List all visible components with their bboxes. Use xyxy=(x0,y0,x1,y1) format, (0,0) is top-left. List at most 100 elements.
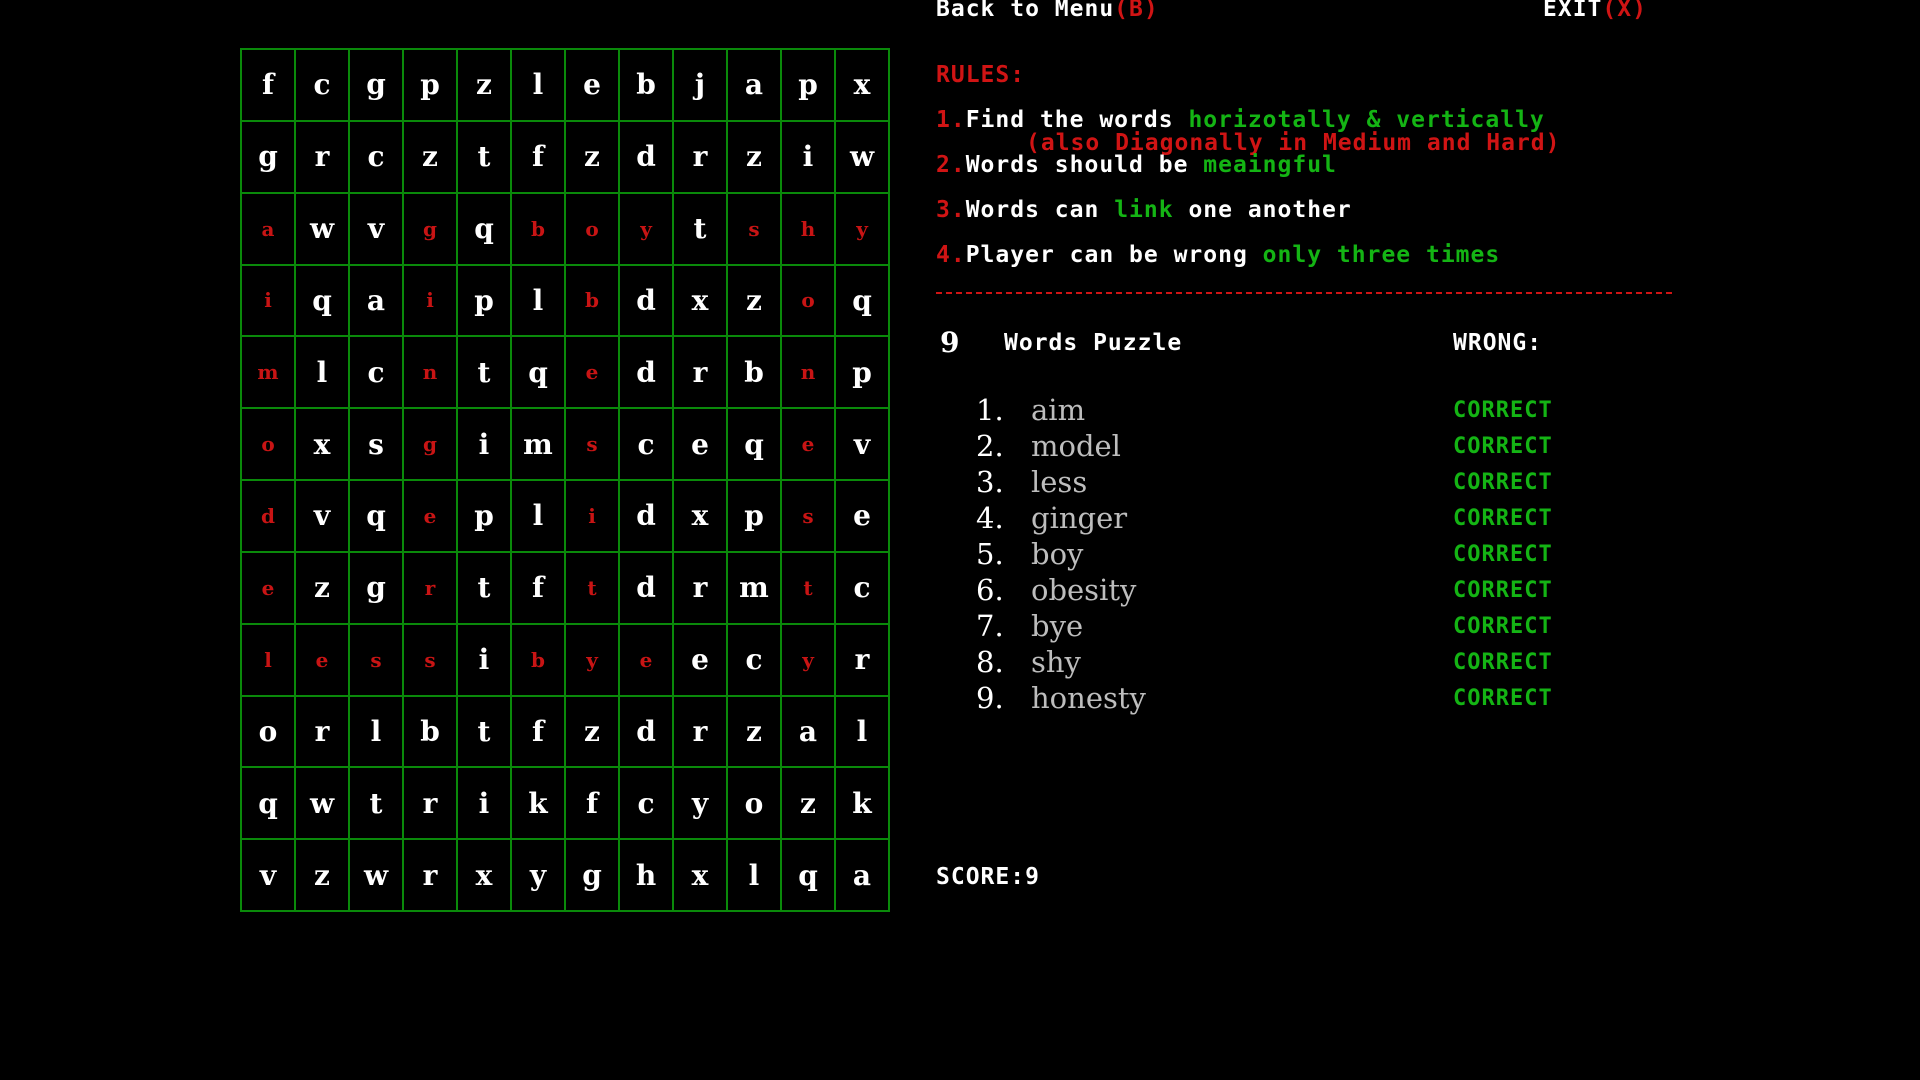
grid-cell[interactable]: r xyxy=(403,839,457,911)
grid-cell[interactable]: a xyxy=(727,49,781,121)
grid-cell[interactable]: t xyxy=(349,767,403,840)
grid-cell[interactable]: b xyxy=(619,49,673,121)
grid-cell[interactable]: z xyxy=(457,49,511,121)
grid-cell[interactable]: g xyxy=(565,839,619,911)
grid-cell[interactable]: f xyxy=(565,767,619,840)
grid-cell[interactable]: p xyxy=(457,480,511,552)
grid-cell[interactable]: d xyxy=(619,480,673,552)
grid-cell[interactable]: r xyxy=(673,120,727,193)
grid-cell[interactable]: p xyxy=(835,336,889,409)
grid-cell[interactable]: c xyxy=(727,623,781,696)
grid-cell[interactable]: l xyxy=(835,695,889,768)
grid-cell[interactable]: t xyxy=(457,551,511,624)
grid-cell[interactable]: o xyxy=(565,192,619,265)
grid-cell[interactable]: o xyxy=(781,264,835,337)
grid-cell[interactable]: y xyxy=(781,623,835,696)
grid-cell[interactable]: r xyxy=(673,695,727,768)
grid-cell[interactable]: s xyxy=(349,408,403,480)
grid-cell[interactable]: q xyxy=(835,264,889,337)
grid-cell[interactable]: s xyxy=(781,480,835,552)
grid-cell[interactable]: l xyxy=(295,336,349,409)
grid-cell[interactable]: e xyxy=(565,49,619,121)
grid-cell[interactable]: t xyxy=(457,120,511,193)
grid-cell[interactable]: v xyxy=(349,192,403,265)
grid-cell[interactable]: g xyxy=(241,120,295,193)
grid-cell[interactable]: g xyxy=(403,408,457,480)
grid-cell[interactable]: i xyxy=(781,120,835,193)
grid-cell[interactable]: d xyxy=(619,336,673,409)
grid-cell[interactable]: v xyxy=(835,408,889,480)
grid-cell[interactable]: i xyxy=(457,767,511,840)
grid-cell[interactable]: i xyxy=(457,623,511,696)
grid-cell[interactable]: e xyxy=(565,336,619,409)
grid-cell[interactable]: f xyxy=(511,551,565,624)
grid-cell[interactable]: r xyxy=(403,551,457,624)
grid-cell[interactable]: l xyxy=(241,623,295,696)
grid-cell[interactable]: d xyxy=(619,551,673,624)
grid-cell[interactable]: x xyxy=(673,264,727,337)
grid-cell[interactable]: p xyxy=(727,480,781,552)
grid-cell[interactable]: c xyxy=(349,336,403,409)
grid-cell[interactable]: e xyxy=(673,408,727,480)
grid-cell[interactable]: f xyxy=(511,120,565,193)
grid-cell[interactable]: g xyxy=(403,192,457,265)
grid-cell[interactable]: w xyxy=(295,192,349,265)
grid-cell[interactable]: d xyxy=(619,264,673,337)
grid-cell[interactable]: z xyxy=(727,120,781,193)
grid-cell[interactable]: o xyxy=(727,767,781,840)
grid-cell[interactable]: q xyxy=(781,839,835,911)
grid-cell[interactable]: e xyxy=(835,480,889,552)
grid-cell[interactable]: s xyxy=(349,623,403,696)
grid-cell[interactable]: k xyxy=(511,767,565,840)
grid-cell[interactable]: p xyxy=(403,49,457,121)
grid-cell[interactable]: l xyxy=(349,695,403,768)
grid-cell[interactable]: b xyxy=(727,336,781,409)
grid-cell[interactable]: p xyxy=(781,49,835,121)
grid-cell[interactable]: o xyxy=(241,408,295,480)
grid-cell[interactable]: z xyxy=(295,839,349,911)
grid-cell[interactable]: y xyxy=(511,839,565,911)
grid-cell[interactable]: d xyxy=(619,120,673,193)
grid-cell[interactable]: e xyxy=(403,480,457,552)
grid-cell[interactable]: s xyxy=(727,192,781,265)
grid-cell[interactable]: p xyxy=(457,264,511,337)
grid-cell[interactable]: s xyxy=(403,623,457,696)
grid-cell[interactable]: z xyxy=(781,767,835,840)
grid-cell[interactable]: x xyxy=(457,839,511,911)
grid-cell[interactable]: i xyxy=(241,264,295,337)
grid-cell[interactable]: e xyxy=(295,623,349,696)
grid-cell[interactable]: e xyxy=(619,623,673,696)
grid-cell[interactable]: x xyxy=(295,408,349,480)
grid-cell[interactable]: b xyxy=(565,264,619,337)
grid-cell[interactable]: o xyxy=(241,695,295,768)
grid-cell[interactable]: m xyxy=(727,551,781,624)
grid-cell[interactable]: t xyxy=(457,336,511,409)
grid-cell[interactable]: l xyxy=(511,264,565,337)
grid-cell[interactable]: c xyxy=(835,551,889,624)
grid-cell[interactable]: v xyxy=(241,839,295,911)
grid-cell[interactable]: n xyxy=(403,336,457,409)
grid-cell[interactable]: d xyxy=(241,480,295,552)
grid-cell[interactable]: x xyxy=(673,839,727,911)
grid-cell[interactable]: f xyxy=(241,49,295,121)
grid-cell[interactable]: z xyxy=(565,695,619,768)
grid-cell[interactable]: y xyxy=(673,767,727,840)
grid-cell[interactable]: m xyxy=(511,408,565,480)
grid-cell[interactable]: r xyxy=(403,767,457,840)
grid-cell[interactable]: q xyxy=(295,264,349,337)
grid-cell[interactable]: g xyxy=(349,49,403,121)
grid-cell[interactable]: q xyxy=(349,480,403,552)
grid-cell[interactable]: h xyxy=(619,839,673,911)
grid-cell[interactable]: d xyxy=(619,695,673,768)
grid-cell[interactable]: j xyxy=(673,49,727,121)
grid-cell[interactable]: l xyxy=(511,49,565,121)
grid-cell[interactable]: b xyxy=(511,623,565,696)
grid-cell[interactable]: t xyxy=(673,192,727,265)
grid-cell[interactable]: i xyxy=(565,480,619,552)
grid-cell[interactable]: z xyxy=(295,551,349,624)
grid-cell[interactable]: t xyxy=(565,551,619,624)
grid-cell[interactable]: l xyxy=(727,839,781,911)
grid-cell[interactable]: n xyxy=(781,336,835,409)
grid-cell[interactable]: r xyxy=(295,695,349,768)
grid-cell[interactable]: q xyxy=(457,192,511,265)
